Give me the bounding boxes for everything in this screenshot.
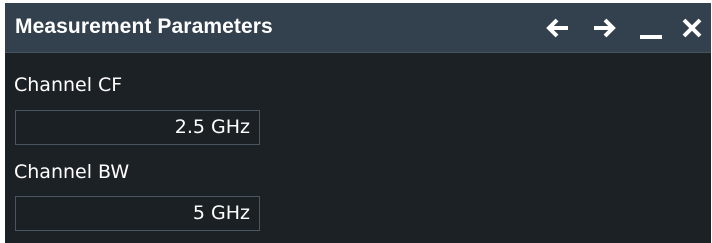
channel-cf-input[interactable]: 2.5 GHz xyxy=(15,110,260,145)
measurement-parameters-dialog: Measurement Parameters Channel CF 2.5 GH… xyxy=(5,3,711,243)
dialog-title: Measurement Parameters xyxy=(15,15,273,38)
close-icon[interactable] xyxy=(676,12,708,44)
arrow-left-icon[interactable] xyxy=(542,12,574,44)
minimize-icon[interactable] xyxy=(635,12,667,44)
dialog-titlebar[interactable]: Measurement Parameters xyxy=(5,3,711,53)
channel-bw-input[interactable]: 5 GHz xyxy=(15,196,260,231)
channel-cf-label: Channel CF xyxy=(14,74,123,96)
arrow-right-icon[interactable] xyxy=(588,12,620,44)
channel-bw-label: Channel BW xyxy=(14,161,130,183)
